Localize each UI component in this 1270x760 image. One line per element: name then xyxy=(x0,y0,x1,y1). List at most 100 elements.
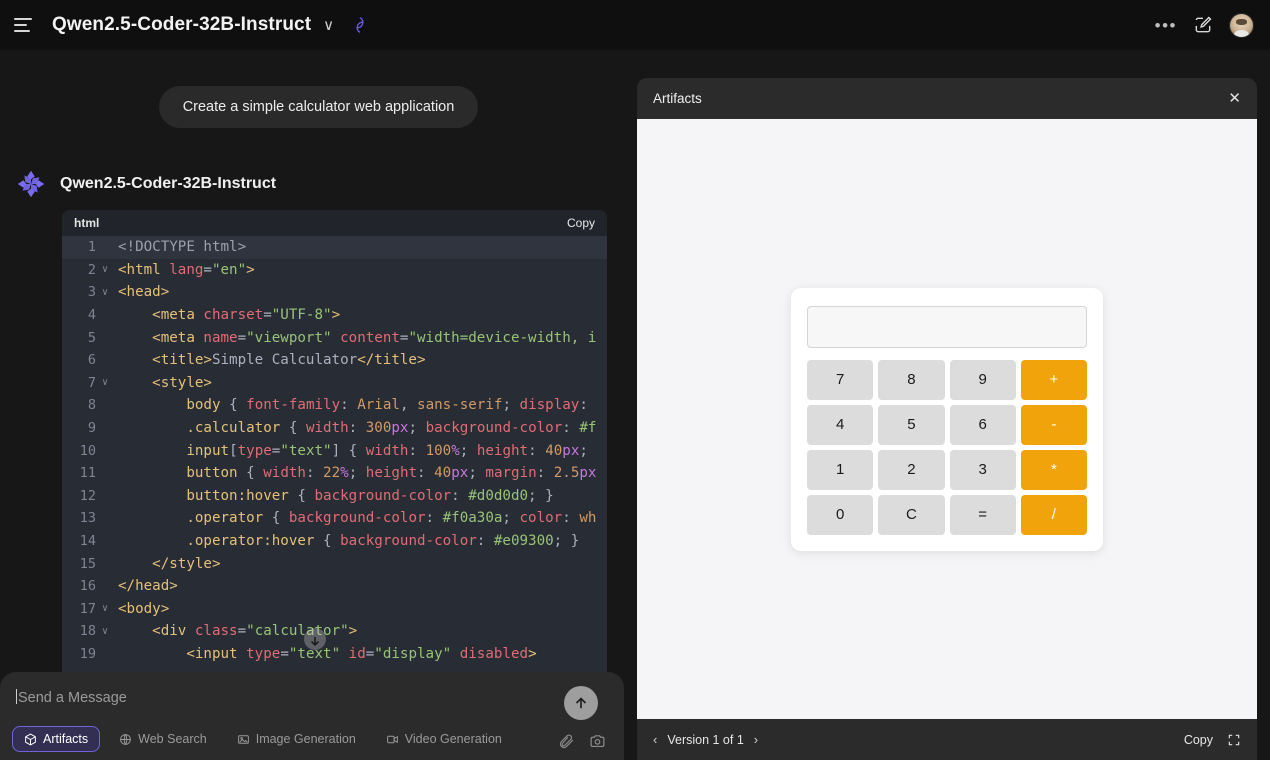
calc-key-6[interactable]: 6 xyxy=(949,404,1016,445)
line-number: 3 xyxy=(87,284,96,301)
chip-label: Web Search xyxy=(138,732,207,746)
assistant-header: Qwen2.5-Coder-32B-Instruct xyxy=(14,167,637,201)
code-line: 7 ∨ <style> xyxy=(62,372,607,395)
line-number: 18 xyxy=(79,623,96,640)
arrow-up-icon xyxy=(575,697,587,709)
paperclip-icon[interactable] xyxy=(558,733,575,750)
line-number: 7 xyxy=(87,374,96,391)
fold-chevron-icon[interactable]: ∨ xyxy=(98,287,112,298)
code-line-text: <body> xyxy=(118,600,170,617)
chevron-down-icon[interactable]: ∨ xyxy=(323,18,334,33)
hamburger-icon[interactable] xyxy=(14,13,38,37)
calc-key-1[interactable]: 1 xyxy=(807,449,874,490)
message-input[interactable]: Send a Message xyxy=(16,689,127,706)
calc-key-multiply[interactable]: * xyxy=(1020,449,1087,490)
close-icon[interactable]: ✕ xyxy=(1228,91,1241,106)
chip-web-search[interactable]: Web Search xyxy=(108,727,218,751)
line-number: 2 xyxy=(87,261,96,278)
code-line-text: <style> xyxy=(152,374,212,391)
artifacts-preview: 7 8 9 + 4 5 6 - 1 2 3 * 0 C = / xyxy=(637,119,1257,719)
code-line-text: <meta name="viewport" content="width=dev… xyxy=(152,329,597,346)
calc-key-0[interactable]: 0 xyxy=(807,494,874,535)
artifacts-footer: ‹ Version 1 of 1 › Copy xyxy=(637,719,1257,760)
previous-version-button[interactable]: ‹ xyxy=(653,732,657,747)
calc-key-plus[interactable]: + xyxy=(1020,359,1087,400)
code-line: 6 <title>Simple Calculator</title> xyxy=(62,349,607,372)
chip-artifacts[interactable]: Artifacts xyxy=(12,726,101,752)
line-number: 8 xyxy=(87,397,96,414)
send-button[interactable] xyxy=(564,686,598,720)
line-number: 11 xyxy=(79,465,96,482)
composer-tool-chips: Artifacts Web Search Image Generation Vi… xyxy=(12,726,513,752)
code-line: 9 .calculator { width: 300px; background… xyxy=(62,417,607,440)
calc-key-5[interactable]: 5 xyxy=(878,404,945,445)
code-content[interactable]: 1 <!DOCTYPE html> 2 ∨ <html lang="en"> 3… xyxy=(62,236,607,672)
code-line: 16 </head> xyxy=(62,575,607,598)
calc-key-minus[interactable]: - xyxy=(1020,404,1087,445)
calc-key-clear[interactable]: C xyxy=(878,494,945,535)
qwen-logo-icon xyxy=(356,16,364,34)
code-line-text: <input type="text" id="display" disabled… xyxy=(186,645,537,662)
line-number: 9 xyxy=(87,420,96,437)
model-name-label: Qwen2.5-Coder-32B-Instruct xyxy=(52,14,312,35)
line-number: 15 xyxy=(79,555,96,572)
fold-chevron-icon[interactable]: ∨ xyxy=(98,264,112,275)
app-root: Qwen2.5-Coder-32B-Instruct ∨ ••• Create … xyxy=(0,0,1270,760)
line-number: 13 xyxy=(79,510,96,527)
calc-key-3[interactable]: 3 xyxy=(949,449,1016,490)
artifacts-panel: Artifacts ✕ 7 8 9 + 4 5 6 - 1 2 3 * 0 C … xyxy=(637,78,1257,760)
code-line: 8 body { font-family: Arial, sans-serif;… xyxy=(62,394,607,417)
artifact-copy-button[interactable]: Copy xyxy=(1184,733,1213,747)
code-line: 5 <meta name="viewport" content="width=d… xyxy=(62,326,607,349)
fold-chevron-icon[interactable]: ∨ xyxy=(98,377,112,388)
text-caret xyxy=(16,689,17,704)
composer-attachments xyxy=(558,733,606,750)
calc-key-4[interactable]: 4 xyxy=(807,404,874,445)
chip-video-generation[interactable]: Video Generation xyxy=(375,727,513,751)
fold-chevron-icon[interactable]: ∨ xyxy=(98,626,112,637)
code-line-text: </head> xyxy=(118,578,178,595)
calculator-display[interactable] xyxy=(807,305,1087,348)
camera-icon[interactable] xyxy=(589,733,606,750)
code-line-text: <head> xyxy=(118,284,170,301)
code-line-text: .operator { background-color: #f0a30a; c… xyxy=(186,510,597,527)
code-line: 14 .operator:hover { background-color: #… xyxy=(62,530,607,553)
code-line-text: button { width: 22%; height: 40px; margi… xyxy=(186,465,597,482)
calc-key-9[interactable]: 9 xyxy=(949,359,1016,400)
calculator-widget: 7 8 9 + 4 5 6 - 1 2 3 * 0 C = / xyxy=(791,287,1103,551)
line-number: 17 xyxy=(79,600,96,617)
edit-square-icon[interactable] xyxy=(1193,15,1213,35)
calc-key-7[interactable]: 7 xyxy=(807,359,874,400)
code-line-text: <title>Simple Calculator</title> xyxy=(152,352,426,369)
calc-key-8[interactable]: 8 xyxy=(878,359,945,400)
avatar[interactable] xyxy=(1229,12,1254,38)
user-message-bubble: Create a simple calculator web applicati… xyxy=(158,86,479,128)
line-number: 1 xyxy=(87,239,96,256)
fullscreen-icon[interactable] xyxy=(1227,733,1241,747)
code-line-text: <div class="calculator"> xyxy=(152,623,358,640)
code-line-text: button:hover { background-color: #d0d0d0… xyxy=(186,487,554,504)
calc-key-divide[interactable]: / xyxy=(1020,494,1087,535)
code-line: 18 ∨ <div class="calculator"> xyxy=(62,620,607,643)
fold-chevron-icon[interactable]: ∨ xyxy=(98,603,112,614)
line-number: 12 xyxy=(79,487,96,504)
cube-icon xyxy=(25,733,36,745)
more-options-button[interactable]: ••• xyxy=(1155,17,1177,34)
chip-image-generation[interactable]: Image Generation xyxy=(226,727,367,751)
calculator-keypad: 7 8 9 + 4 5 6 - 1 2 3 * 0 C = / xyxy=(807,359,1087,535)
line-number: 5 xyxy=(87,329,96,346)
code-line-text: input[type="text"] { width: 100%; height… xyxy=(186,442,588,459)
code-copy-button[interactable]: Copy xyxy=(567,216,595,230)
code-line: 10 input[type="text"] { width: 100%; hei… xyxy=(62,439,607,462)
next-version-button[interactable]: › xyxy=(754,732,758,747)
video-icon xyxy=(386,735,398,743)
line-number: 4 xyxy=(87,307,96,324)
top-bar: Qwen2.5-Coder-32B-Instruct ∨ ••• xyxy=(0,0,1270,50)
user-message-row: Create a simple calculator web applicati… xyxy=(0,50,637,128)
code-block-header: html Copy xyxy=(62,210,607,236)
calc-key-equals[interactable]: = xyxy=(949,494,1016,535)
code-line: 3 ∨ <head> xyxy=(62,281,607,304)
top-bar-actions: ••• xyxy=(1155,12,1254,38)
code-line: 4 <meta charset="UTF-8"> xyxy=(62,304,607,327)
calc-key-2[interactable]: 2 xyxy=(878,449,945,490)
